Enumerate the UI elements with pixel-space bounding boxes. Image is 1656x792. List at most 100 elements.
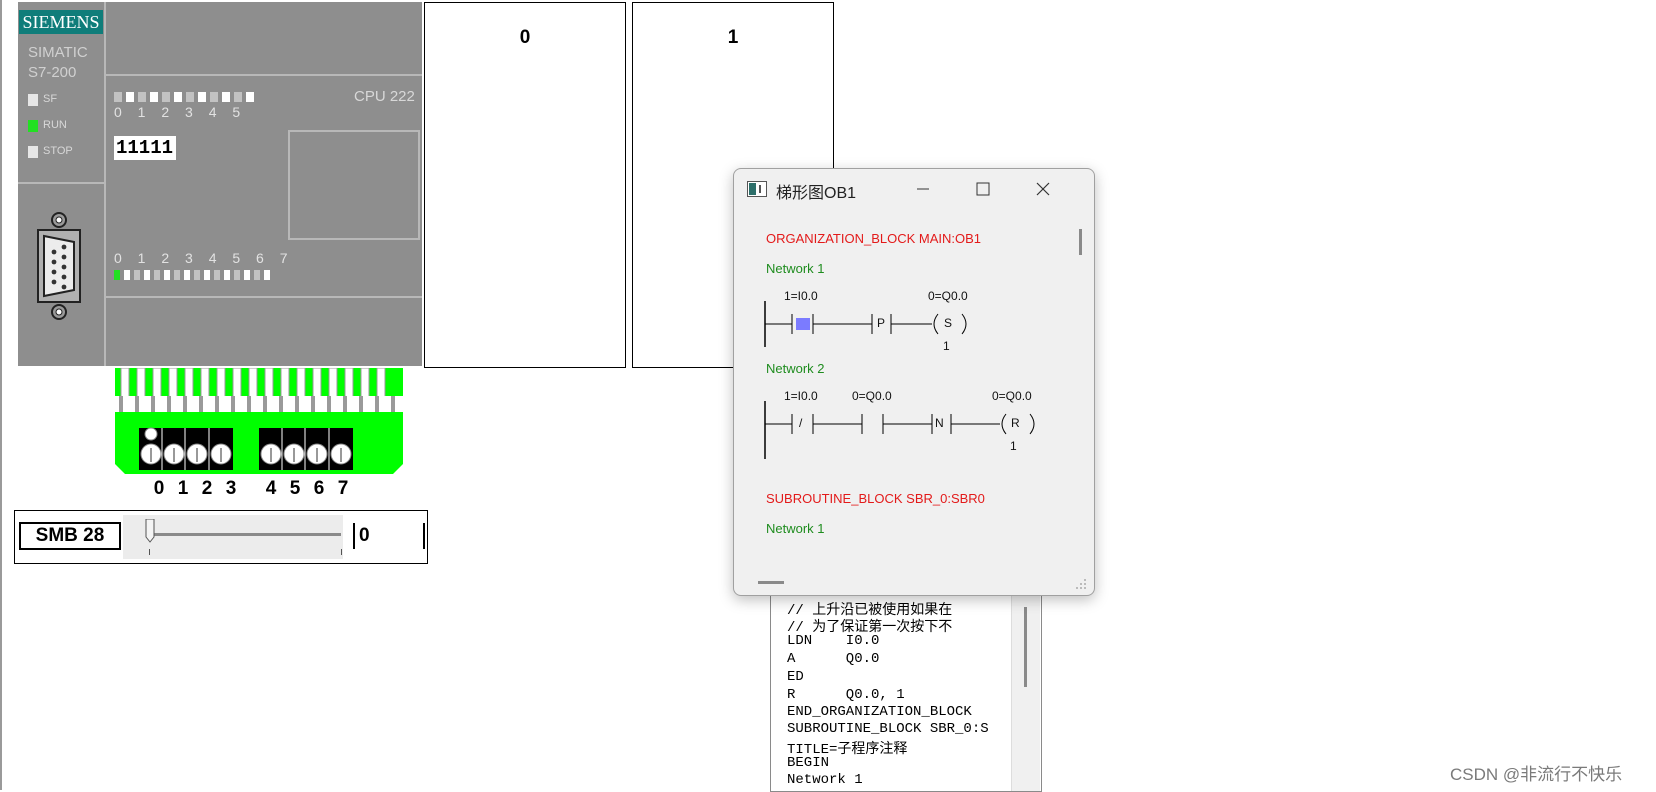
ladder-vertical-scrollbar[interactable] [1074, 213, 1086, 575]
n2-coil-count: 1 [1010, 439, 1017, 453]
input-switch-5[interactable]: 5 [283, 478, 307, 500]
input-led [154, 270, 160, 280]
maximize-button[interactable] [959, 175, 1007, 203]
stl-line: LDN I0.0 [787, 633, 880, 649]
input-switch-0[interactable]: 0 [147, 478, 171, 500]
stl-line: BEGIN [787, 755, 830, 771]
sf-led [28, 94, 38, 106]
slider-tick-max [341, 549, 342, 555]
analog-input-panel: SMB 28 0 [14, 510, 428, 564]
siemens-logo: SIEMENS [19, 10, 103, 34]
n1-coil-count: 1 [943, 339, 950, 353]
n1-p-contact-label: P [877, 316, 886, 330]
input-led [204, 270, 210, 280]
input-switch-1[interactable]: 1 [171, 478, 195, 500]
input-switch-3[interactable]: 3 [219, 478, 243, 500]
ladder-window-titlebar[interactable]: 梯形图OB1 [734, 169, 1094, 207]
plc-bottom-divider [104, 296, 422, 298]
input-switch-4[interactable]: 4 [259, 478, 283, 500]
cpu-model-label: CPU 222 [354, 88, 415, 105]
input-led [244, 270, 250, 280]
subroutine-network-1-title: Network 1 [766, 521, 825, 536]
resize-grip-icon[interactable] [1074, 577, 1088, 591]
minimize-button[interactable] [899, 175, 947, 203]
input-switch-2[interactable]: 2 [195, 478, 219, 500]
stl-line: A Q0.0 [787, 651, 880, 667]
output-led-numbers: 0 1 2 3 4 5 [114, 104, 247, 120]
input-led [254, 270, 260, 280]
input-led [134, 270, 140, 280]
slider-thumb[interactable] [145, 519, 155, 543]
csdn-watermark: CSDN @非流行不快乐 [1450, 765, 1623, 784]
slider-tick-min [149, 549, 150, 555]
output-led [234, 92, 242, 102]
input-led [164, 270, 170, 280]
input-switch-numbers: 01234567 [147, 478, 355, 500]
output-led [114, 92, 122, 102]
output-led [162, 92, 170, 102]
stl-line: END_ORGANIZATION_BLOCK [787, 704, 972, 720]
subroutine-block-header: SUBROUTINE_BLOCK SBR_0:SBR0 [766, 491, 985, 506]
s7-200-label: S7-200 [28, 64, 77, 81]
db9-port-icon [37, 212, 81, 320]
input-led [194, 270, 200, 280]
input-led [124, 270, 130, 280]
output-led-strip [114, 92, 270, 102]
output-led [210, 92, 218, 102]
input-switch-7[interactable]: 7 [331, 478, 355, 500]
run-led-label: RUN [43, 119, 67, 131]
smb28-label: SMB 28 [19, 522, 121, 550]
ladder-horizontal-scrollbar-thumb[interactable] [758, 581, 784, 584]
input-led [264, 270, 270, 280]
input-led [184, 270, 190, 280]
mode-display: 11111 [114, 136, 176, 160]
input-terminal-block [115, 368, 403, 474]
plc-top-divider [104, 74, 422, 76]
stl-line: Network 1 [787, 772, 863, 788]
input-led [214, 270, 220, 280]
network-2-title: Network 2 [766, 361, 825, 376]
ladder-content: ORGANIZATION_BLOCK MAIN:OB1 Network 1 1=… [734, 213, 1068, 575]
stop-led [28, 146, 38, 158]
output-led [198, 92, 206, 102]
input-switch-6[interactable]: 6 [307, 478, 331, 500]
output-led [126, 92, 134, 102]
simatic-label: SIMATIC [28, 44, 88, 61]
input-led [114, 270, 120, 280]
sf-led-label: SF [43, 93, 58, 105]
output-led [138, 92, 146, 102]
ladder-diagram-window: 梯形图OB1 ORGANIZATION_BLOCK MAIN:OB1 Netwo… [733, 168, 1095, 596]
input-led-numbers: 0 1 2 3 4 5 6 7 [114, 250, 294, 266]
plc-cpu-module: SIEMENS SIMATIC S7-200 SF RUN STOP CPU 2… [18, 2, 422, 366]
stl-line: R Q0.0, 1 [787, 687, 905, 703]
output-led [150, 92, 158, 102]
n2-ladder-rung [764, 401, 1035, 459]
close-button[interactable] [1019, 175, 1067, 203]
stl-line: ED [787, 669, 804, 685]
slider-rail [151, 533, 341, 536]
window-left-border [0, 0, 2, 790]
output-led [186, 92, 194, 102]
cartridge-slot [288, 130, 420, 240]
n1-set-coil-label: S [944, 316, 953, 330]
main-block-header: ORGANIZATION_BLOCK MAIN:OB1 [766, 231, 982, 246]
smb28-value: 0 [353, 523, 425, 549]
output-led [174, 92, 182, 102]
n2-n-contact-label: N [935, 416, 944, 430]
output-led [246, 92, 254, 102]
input-led [224, 270, 230, 280]
stl-scrollbar[interactable] [1011, 589, 1040, 791]
input-led [174, 270, 180, 280]
smb28-slider[interactable] [123, 515, 343, 559]
network-1-title: Network 1 [766, 261, 825, 276]
ladder-window-title: 梯形图OB1 [776, 185, 857, 202]
n2-reset-coil-label: R [1011, 416, 1020, 430]
plc-left-divider [18, 182, 104, 184]
stl-line: SUBROUTINE_BLOCK SBR_0:S [787, 721, 989, 737]
input-led [144, 270, 150, 280]
output-box-0-label: 0 [519, 27, 531, 48]
stl-scrollbar-thumb[interactable] [1024, 607, 1027, 687]
stop-led-label: STOP [43, 145, 73, 157]
input-led-strip [114, 270, 270, 280]
run-led [28, 120, 38, 132]
